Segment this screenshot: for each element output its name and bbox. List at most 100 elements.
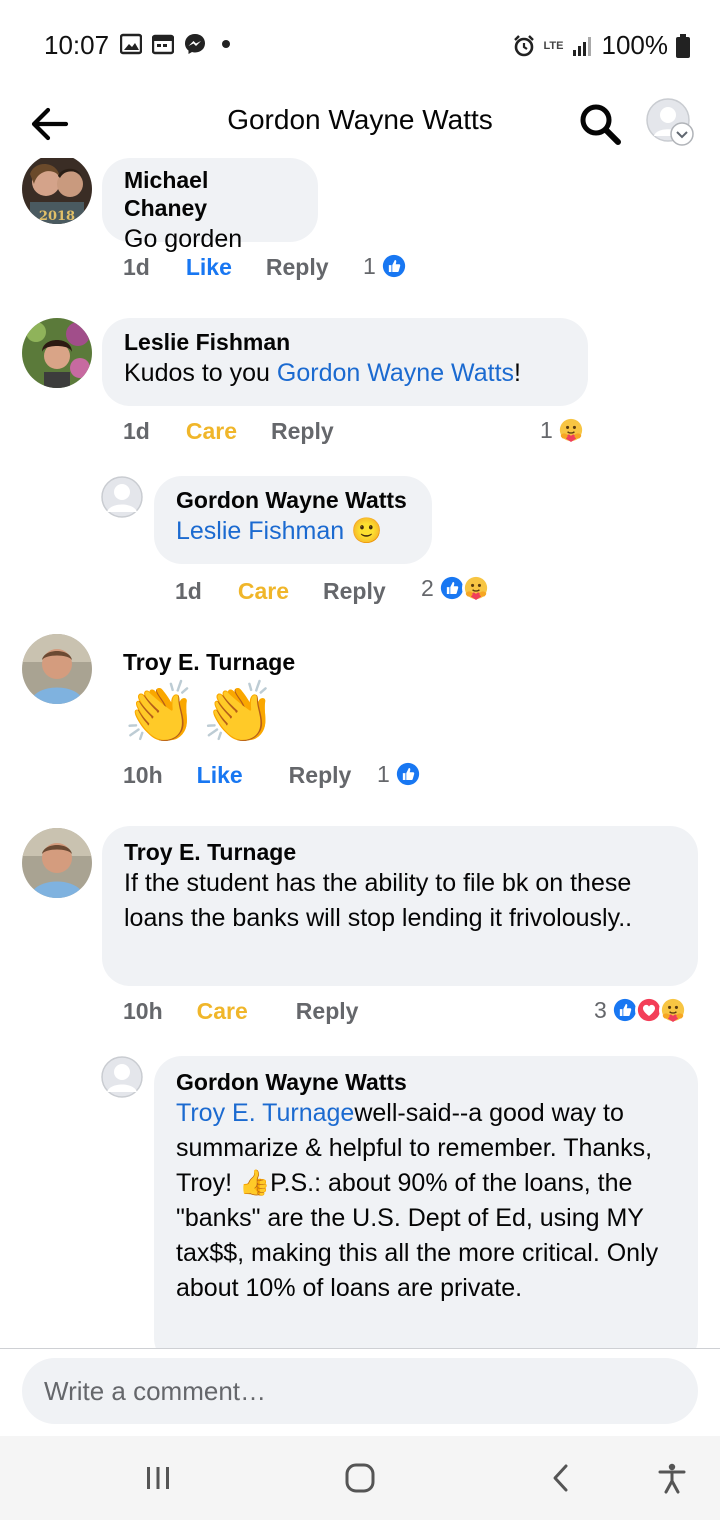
comment-bubble[interactable]: Leslie Fishman Kudos to you Gordon Wayne…: [102, 318, 588, 406]
comment-bubble[interactable]: Gordon Wayne Watts Troy E. Turnagewell-s…: [154, 1056, 698, 1348]
recent-apps-button[interactable]: [136, 1456, 180, 1500]
back-button[interactable]: [540, 1456, 584, 1500]
comment-actions: 1d Care Reply: [123, 418, 334, 445]
reaction-count: 3: [594, 996, 607, 1023]
profile-menu-button[interactable]: [646, 98, 694, 150]
search-icon[interactable]: [576, 100, 624, 148]
avatar[interactable]: [101, 476, 143, 518]
reply-button[interactable]: Reply: [266, 254, 329, 281]
reply-button[interactable]: Reply: [323, 578, 386, 605]
reply-item: Gordon Wayne Watts Troy E. Turnagewell-s…: [0, 1056, 720, 1348]
reaction-count: 1: [363, 252, 376, 279]
home-button[interactable]: [338, 1456, 382, 1500]
comment-author[interactable]: Leslie Fishman: [124, 328, 566, 356]
signal-icon: [572, 36, 591, 56]
network-type: LTE: [543, 39, 564, 52]
reaction-count: 1: [540, 416, 553, 443]
reaction-count: 2: [421, 574, 434, 601]
care-reaction-icon: [556, 416, 585, 444]
more-notifications-icon: [222, 40, 230, 48]
accessibility-button[interactable]: [650, 1456, 694, 1500]
comment-bubble[interactable]: Gordon Wayne Watts Leslie Fishman 🙂: [154, 476, 432, 564]
reply-item: Gordon Wayne Watts Leslie Fishman 🙂 1d C…: [0, 476, 720, 616]
like-button[interactable]: Like: [197, 762, 243, 789]
reply-button[interactable]: Reply: [296, 998, 359, 1025]
comment-text-part: Kudos to you: [124, 359, 277, 387]
comment-item: Leslie Fishman Kudos to you Gordon Wayne…: [0, 318, 720, 458]
recent-apps-icon: [147, 1467, 169, 1489]
avatar[interactable]: [22, 828, 92, 898]
comment-time[interactable]: 10h: [123, 762, 163, 789]
status-bar: 10:07 LTE 100%: [0, 0, 720, 90]
comment-text: If the student has the ability to file b…: [124, 869, 633, 932]
mention-link[interactable]: Troy E. Turnage: [176, 1099, 354, 1127]
alarm-icon: [513, 34, 534, 56]
reaction-summary[interactable]: 3: [594, 996, 687, 1024]
comment-item: Troy E. Turnage 👏👏 10h Like Reply 1: [0, 634, 720, 804]
mention-link[interactable]: Gordon Wayne Watts: [277, 359, 514, 387]
comment-bubble[interactable]: Troy E. Turnage If the student has the a…: [102, 826, 698, 986]
care-reaction-icon: [461, 574, 490, 602]
avatar[interactable]: [101, 1056, 143, 1098]
comment-time[interactable]: 1d: [123, 418, 150, 445]
status-time: 10:07: [44, 30, 110, 60]
battery-percent: 100%: [601, 30, 669, 60]
default-avatar-icon: [646, 98, 694, 146]
avatar[interactable]: [22, 634, 92, 704]
gallery-icon: [120, 33, 142, 55]
comment-actions: 1d Like Reply: [123, 254, 329, 281]
care-button[interactable]: Care: [186, 418, 237, 445]
system-navigation-bar: [0, 1436, 720, 1520]
notification-icons: [120, 33, 230, 55]
comment-author[interactable]: Gordon Wayne Watts: [176, 486, 410, 514]
reaction-summary[interactable]: 1: [540, 416, 585, 444]
avatar[interactable]: [22, 318, 92, 388]
accessibility-icon: [658, 1463, 686, 1494]
app-header: Gordon Wayne Watts: [0, 90, 720, 158]
back-icon: [553, 1464, 568, 1492]
comment-item: Troy E. Turnage If the student has the a…: [0, 826, 720, 1036]
reaction-summary[interactable]: 2: [421, 574, 490, 602]
comment-actions: 1d Care Reply: [175, 578, 386, 605]
like-reaction-icon: [393, 760, 422, 788]
care-reaction-icon: [658, 996, 687, 1024]
comment-author[interactable]: Troy E. Turnage: [124, 838, 676, 866]
like-button[interactable]: Like: [186, 254, 232, 281]
reply-button[interactable]: Reply: [289, 762, 352, 789]
reaction-summary[interactable]: 1: [363, 252, 408, 280]
care-button[interactable]: Care: [197, 998, 248, 1025]
messenger-icon: [185, 34, 205, 54]
comment-author[interactable]: Troy E. Turnage: [123, 648, 295, 676]
clapping-hands-emoji: 👏👏: [123, 679, 281, 746]
reaction-summary[interactable]: 1: [377, 760, 422, 788]
comment-composer[interactable]: [22, 1358, 698, 1424]
smiley-emoji: 🙂: [351, 517, 383, 545]
comment-text: Go gorden: [124, 225, 243, 253]
comment-author[interactable]: Michael Chaney: [124, 166, 296, 222]
comment-bubble[interactable]: Michael Chaney Go gorden: [102, 158, 318, 253]
mention-link[interactable]: Leslie Fishman: [176, 517, 344, 545]
comment-input[interactable]: [22, 1358, 698, 1424]
comment-time[interactable]: 1d: [123, 254, 150, 281]
svg-text:2018: 2018: [39, 209, 75, 224]
calendar-icon: [152, 34, 174, 55]
thumbs-up-emoji: 👍: [238, 1169, 271, 1197]
comment-text: Kudos to you Gordon Wayne Watts!: [124, 356, 566, 391]
comment-actions: 10h Care Reply: [123, 998, 358, 1025]
comment-time[interactable]: 10h: [123, 998, 163, 1025]
comment-actions: 10h Like Reply: [123, 762, 351, 789]
avatar[interactable]: 2018: [22, 158, 92, 224]
home-icon: [345, 1463, 375, 1493]
like-reaction-icon: [379, 252, 408, 280]
comment-text-part: !: [514, 359, 521, 387]
reply-button[interactable]: Reply: [271, 418, 334, 445]
comments-list[interactable]: 2018 Michael Chaney Go gorden 1d Like Re…: [0, 158, 720, 1348]
care-button[interactable]: Care: [238, 578, 289, 605]
reaction-count: 1: [377, 760, 390, 787]
comment-author[interactable]: Gordon Wayne Watts: [176, 1068, 676, 1096]
comment-time[interactable]: 1d: [175, 578, 202, 605]
status-right: LTE 100%: [512, 30, 690, 61]
comment-text: Troy E. Turnagewell-said--a good way to …: [176, 1096, 676, 1306]
battery-icon: [676, 33, 690, 58]
composer-divider: [0, 1348, 720, 1349]
